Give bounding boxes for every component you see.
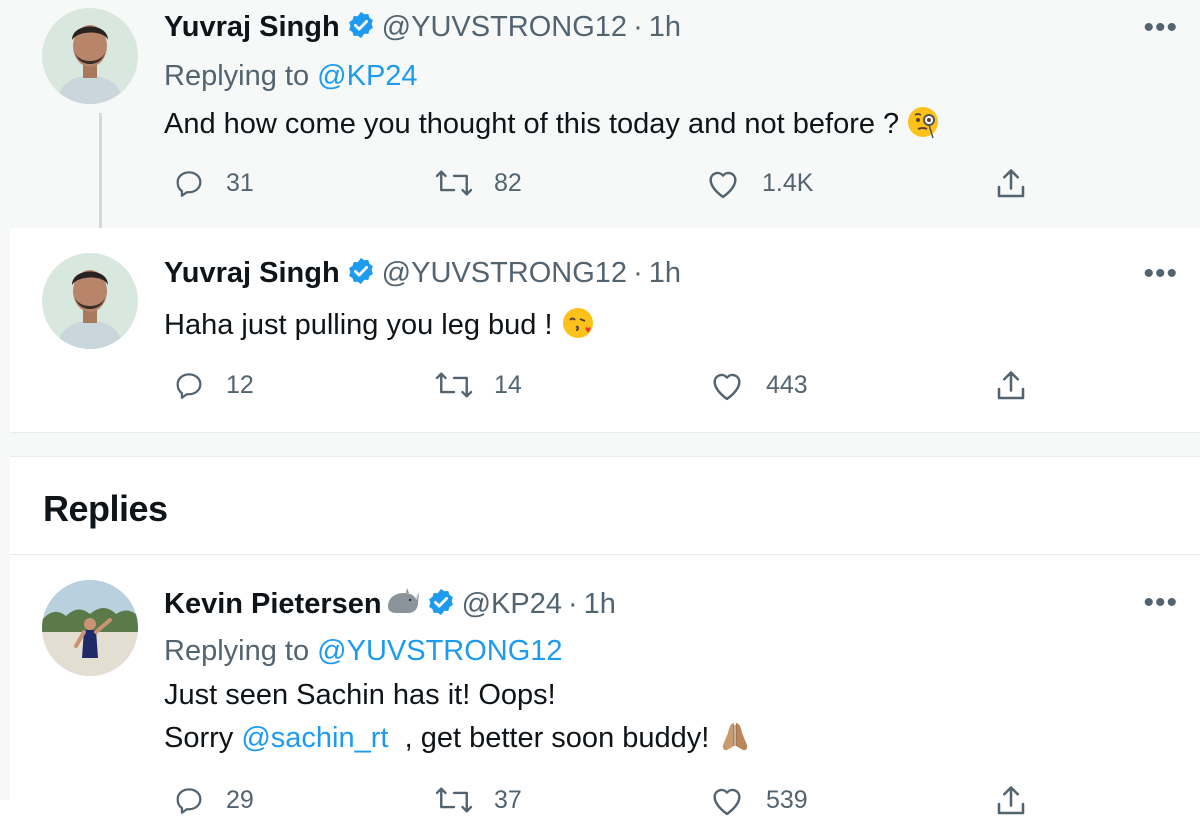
like-count: 443: [766, 370, 808, 399]
more-options-icon[interactable]: •••: [1143, 588, 1178, 618]
replying-to-label: Replying to: [164, 635, 310, 667]
heart-icon: [709, 171, 737, 199]
tweet-actions: 29 37 539: [164, 783, 1044, 823]
separator-dot: ·: [633, 257, 643, 289]
retweet-action[interactable]: 14: [434, 368, 522, 402]
reply-icon: [176, 373, 202, 399]
separator-dot: ·: [633, 11, 643, 43]
retweet-action[interactable]: 37: [434, 783, 522, 817]
reply-action[interactable]: 12: [172, 368, 254, 402]
reply-action[interactable]: 31: [172, 166, 254, 200]
left-edge: [0, 0, 10, 800]
verified-badge-icon: [346, 10, 376, 48]
avatar[interactable]: [42, 580, 138, 676]
verified-badge-icon: [346, 256, 376, 294]
more-options-icon[interactable]: •••: [1143, 13, 1178, 43]
tweet-text-line-2: Sorry @sachin_rt , get better soon buddy…: [164, 719, 753, 761]
retweet-icon: [435, 372, 473, 398]
share-icon[interactable]: [992, 783, 1030, 824]
section-divider: [10, 432, 1200, 457]
retweet-action[interactable]: 82: [434, 166, 522, 200]
reply-count: 31: [226, 168, 254, 197]
retweet-icon: [435, 787, 473, 813]
replies-header: Replies: [10, 456, 1200, 555]
tweet-3[interactable]: Kevin Pietersen @KP24 · 1h ••• Replying to …: [10, 555, 1200, 816]
author-name[interactable]: Yuvraj Singh: [164, 11, 340, 43]
reply-action[interactable]: 29: [172, 783, 254, 817]
tweet-1[interactable]: Yuvraj Singh @YUVSTRONG12 · 1h ••• Replying…: [10, 0, 1200, 243]
like-action[interactable]: 1.4K: [704, 166, 813, 200]
author-handle[interactable]: @YUVSTRONG12: [382, 11, 627, 43]
like-action[interactable]: 443: [708, 368, 808, 402]
tweet-text: Haha just pulling you leg bud !: [164, 306, 595, 348]
replies-title: Replies: [43, 488, 168, 529]
tweet-text-content: And how come you thought of this today a…: [164, 108, 900, 140]
retweet-count: 82: [494, 168, 522, 197]
heart-icon: [713, 373, 741, 401]
tweet-time[interactable]: 1h: [584, 588, 616, 620]
avatar[interactable]: [42, 8, 138, 104]
tweet-actions: 12 14 443: [164, 368, 1044, 408]
heart-icon: [713, 788, 741, 816]
author-handle[interactable]: @YUVSTRONG12: [382, 257, 627, 289]
folded-hands-icon: [717, 719, 753, 761]
reply-count: 12: [226, 370, 254, 399]
like-count: 539: [766, 785, 808, 814]
mention-link[interactable]: @sachin_rt: [241, 722, 388, 754]
avatar[interactable]: [42, 253, 138, 349]
separator-dot: ·: [568, 588, 578, 620]
tweet-text-content: Haha just pulling you leg bud !: [164, 309, 553, 341]
reply-count: 29: [226, 785, 254, 814]
author-handle[interactable]: @KP24: [462, 588, 562, 620]
replying-to-link[interactable]: @KP24: [317, 60, 417, 92]
reply-icon: [176, 171, 202, 197]
thread-line: [99, 113, 102, 243]
tweet-time[interactable]: 1h: [649, 257, 681, 289]
author-name[interactable]: Yuvraj Singh: [164, 257, 340, 289]
tweet-text-prefix: Sorry: [164, 722, 234, 754]
tweet-2[interactable]: Yuvraj Singh @YUVSTRONG12 · 1h ••• Haha jus…: [10, 228, 1200, 432]
tweet-text: And how come you thought of this today a…: [164, 105, 941, 147]
share-icon[interactable]: [992, 368, 1030, 409]
rhinoceros-icon: [384, 585, 420, 625]
like-action[interactable]: 539: [708, 783, 808, 817]
tweet-text-suffix: , get better soon buddy!: [404, 722, 710, 754]
reply-icon: [176, 788, 202, 814]
author-name[interactable]: Kevin Pietersen: [164, 588, 382, 620]
tweet-header: Yuvraj Singh @YUVSTRONG12 · 1h: [164, 10, 681, 48]
retweet-icon: [435, 170, 473, 196]
retweet-count: 14: [494, 370, 522, 399]
replying-to-label: Replying to: [164, 60, 310, 92]
tweet-time[interactable]: 1h: [649, 11, 681, 43]
replying-to-line: Replying to @YUVSTRONG12: [164, 635, 563, 668]
tweet-text-line-1: Just seen Sachin has it! Oops!: [164, 679, 556, 711]
share-icon[interactable]: [992, 166, 1030, 207]
tweet-header: Yuvraj Singh @YUVSTRONG12 · 1h: [164, 256, 681, 294]
more-options-icon[interactable]: •••: [1143, 259, 1178, 289]
retweet-count: 37: [494, 785, 522, 814]
face-with-monocle-icon: [907, 105, 941, 147]
verified-badge-icon: [426, 587, 456, 625]
replying-to-link[interactable]: @YUVSTRONG12: [317, 635, 562, 667]
tweet-actions: 31 82 1.4K: [164, 166, 1044, 206]
replying-to-line: Replying to @KP24: [164, 60, 418, 93]
tweet-header: Kevin Pietersen @KP24 · 1h: [164, 585, 616, 625]
like-count: 1.4K: [762, 168, 814, 197]
face-blowing-kiss-icon: [561, 306, 595, 348]
